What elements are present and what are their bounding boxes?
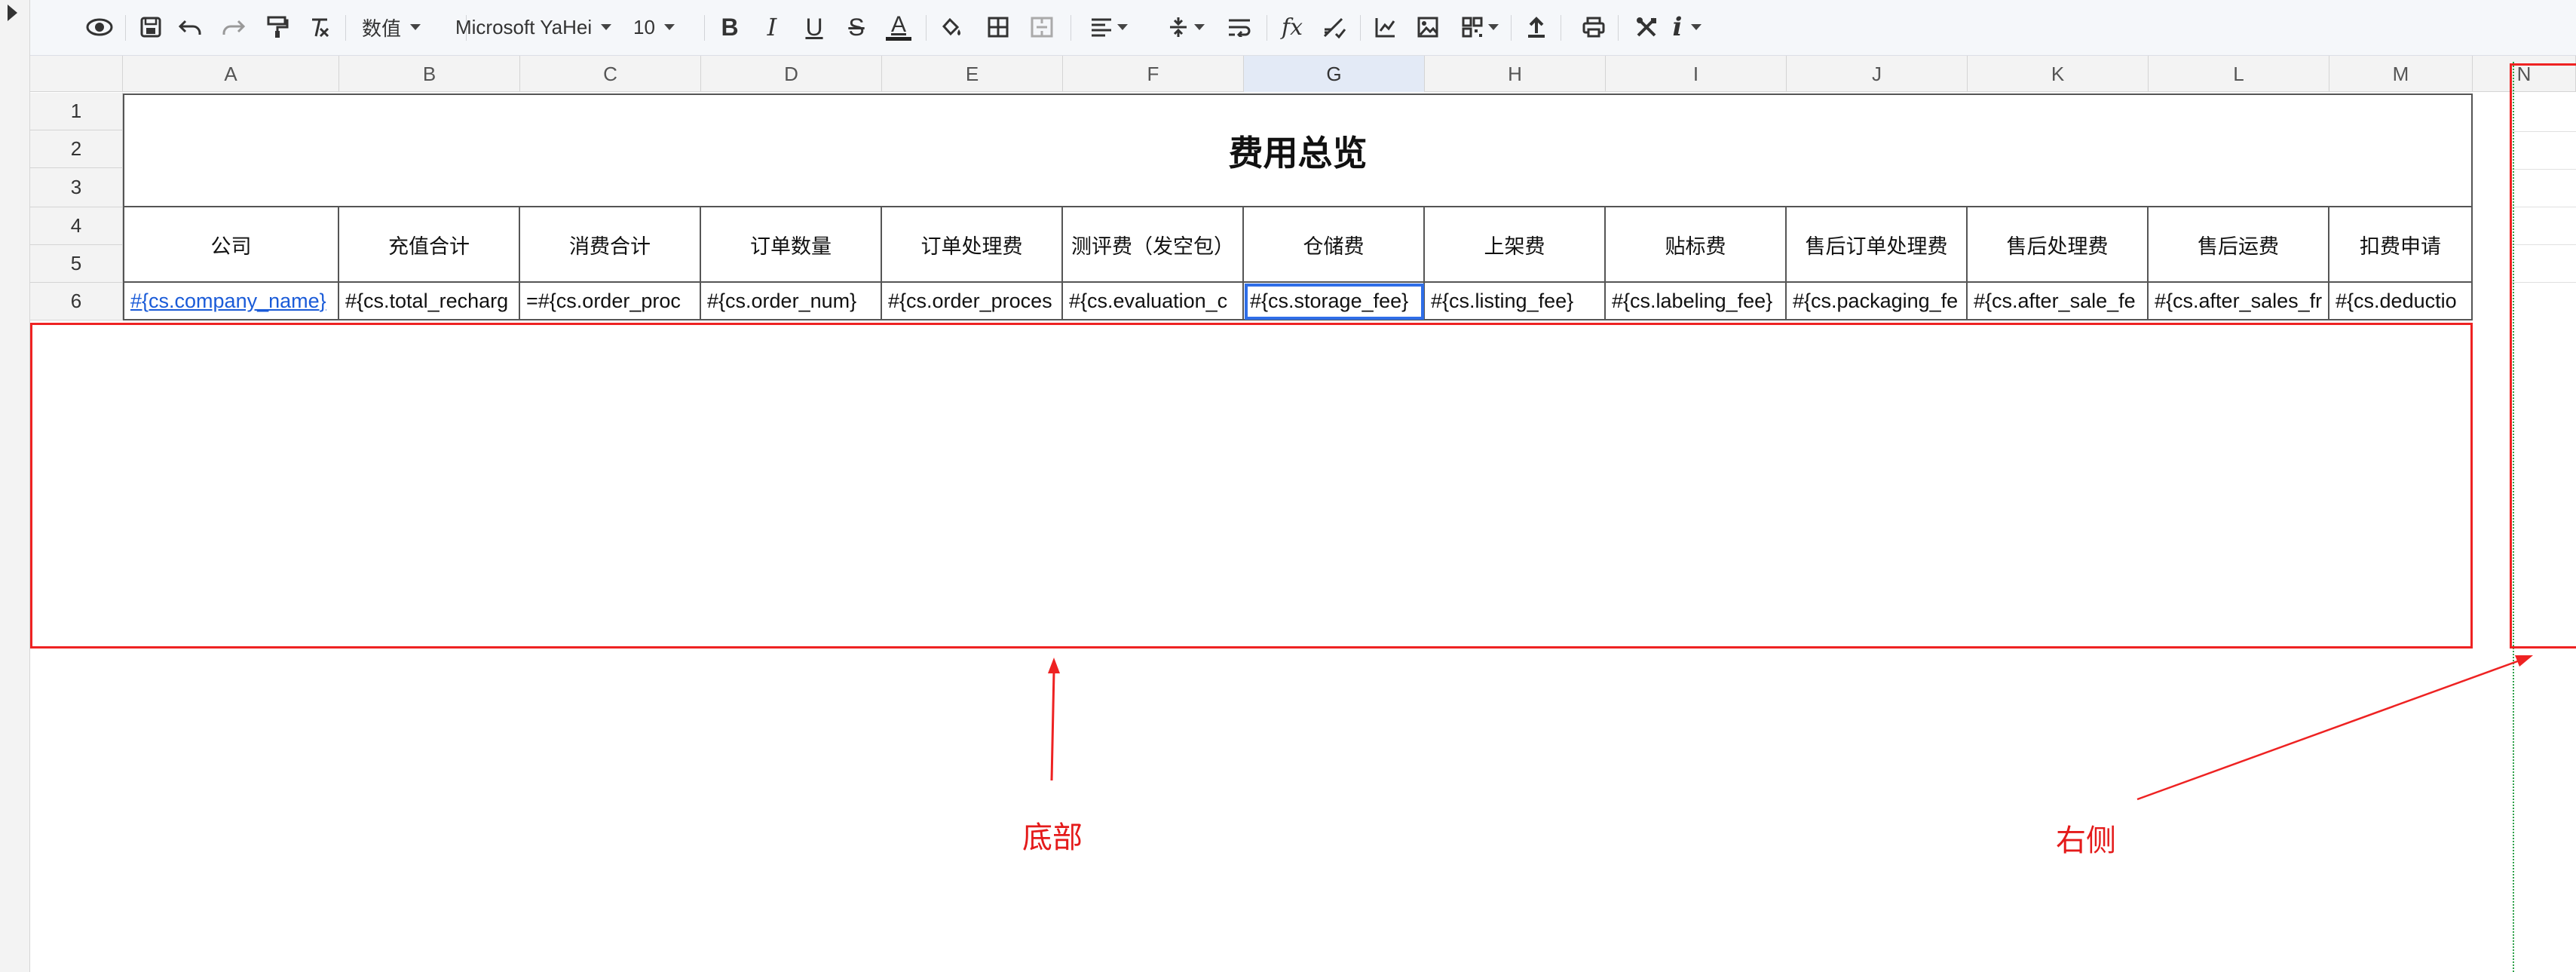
arrow-right-icon xyxy=(2136,655,2533,801)
annotation-arrows xyxy=(1048,655,2533,801)
annotation-label-right: 右侧 xyxy=(2056,823,2116,858)
annotation-label-bottom: 底部 xyxy=(1022,820,1083,855)
arrow-bottom-icon xyxy=(1048,658,1060,781)
